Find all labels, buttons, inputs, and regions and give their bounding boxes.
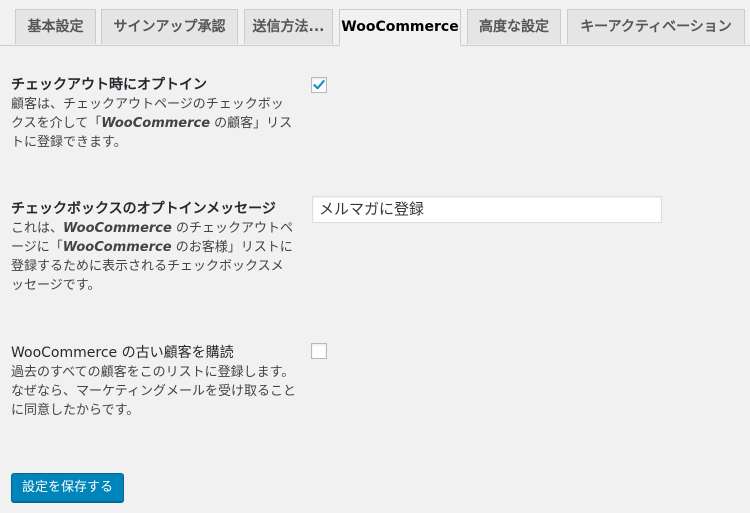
old-customers-description: 過去のすべての顧客をこのリストに登録します。なぜなら、マーケティングメールを受け… — [11, 365, 296, 418]
tab-key-activation[interactable]: キーアクティベーション — [567, 9, 745, 44]
optin-message-description: これは、WooCommerce のチェックアウトページに「WooCommerce… — [11, 219, 296, 295]
checkout-optin-title: チェックアウト時にオプトイン — [11, 77, 207, 93]
old-customers-title: WooCommerce の古い顧客を購読 — [11, 345, 234, 361]
save-settings-button[interactable]: 設定を保存する — [11, 473, 124, 502]
optin-message-input[interactable]: メルマガに登録 — [312, 196, 662, 223]
settings-tabs: 基本設定 サインアップ承認 送信方法... WooCommerce 高度な設定 … — [0, 0, 750, 46]
optin-message-desc-lead: これは、 — [11, 221, 64, 236]
checkout-optin-checkbox[interactable] — [311, 77, 327, 93]
tab-signup-approval[interactable]: サインアップ承認 — [101, 9, 238, 44]
optin-message-title: チェックボックスのオプトインメッセージ — [11, 201, 276, 217]
tab-basic-settings[interactable]: 基本設定 — [15, 9, 96, 44]
old-customers-checkbox[interactable] — [311, 343, 327, 359]
tab-sending-method[interactable]: 送信方法... — [244, 9, 333, 44]
checkmark-icon — [313, 80, 325, 90]
optin-message-desc-brand: WooCommerce — [63, 221, 172, 236]
tab-advanced-settings[interactable]: 高度な設定 — [467, 9, 561, 44]
checkout-optin-description: 顧客は、チェックアウトページのチェックボックスを介して「WooCommerce … — [11, 95, 296, 152]
optin-message-desc-brand-2: WooCommerce — [62, 240, 172, 255]
tab-woocommerce[interactable]: WooCommerce — [339, 9, 461, 46]
checkout-optin-desc-brand: WooCommerce — [101, 116, 211, 131]
